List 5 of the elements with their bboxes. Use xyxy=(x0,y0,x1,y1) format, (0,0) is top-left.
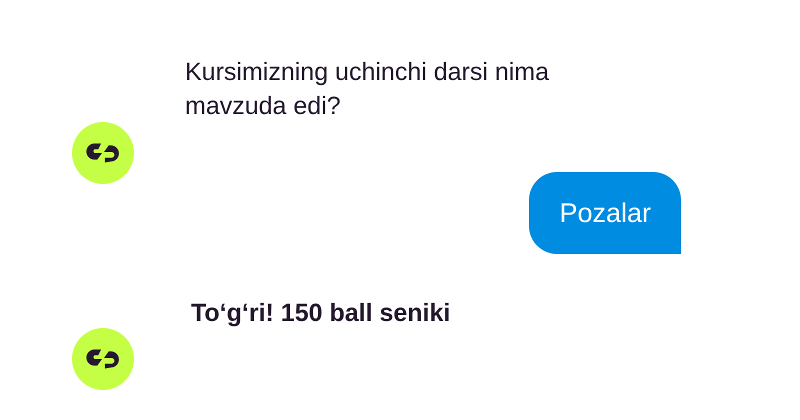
lightning-chat-icon xyxy=(84,141,122,165)
lightning-chat-icon xyxy=(84,347,122,371)
bot-message: To‘g‘ri! 150 ball seniki xyxy=(191,298,452,329)
bot-message: Kursimizning uchinchi darsi nima mavzuda edi? xyxy=(185,57,550,122)
user-message: Pozalar xyxy=(529,172,681,254)
